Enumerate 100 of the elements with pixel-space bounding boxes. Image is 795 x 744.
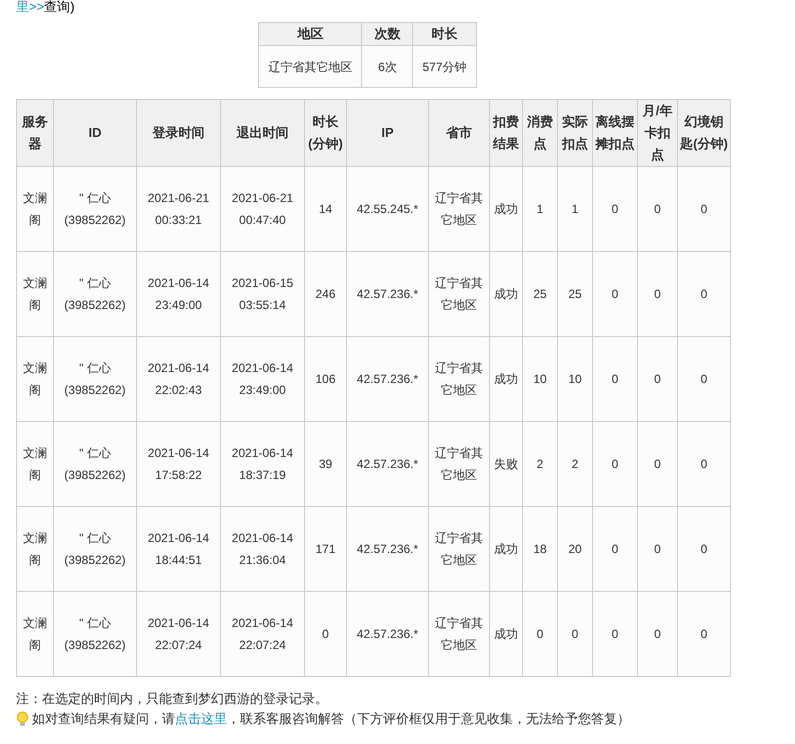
table-cell: 2021-06-14 22:07:24 [220,592,304,676]
table-cell: 0 [304,592,346,676]
table-cell: 2 [558,422,592,506]
column-header: 服务器 [16,100,54,166]
note-text: 注：在选定的时间内，只能查到梦幻西游的登录记录。 [16,690,329,708]
table-cell: 文澜阁 [16,592,54,676]
table-cell: 0 [592,422,638,506]
column-header: 离线摆摊扣点 [592,100,638,166]
table-cell: 577分钟 [412,46,476,88]
column-header: ID [54,100,136,166]
table-cell: 辽宁省其它地区 [428,252,490,336]
table-cell: 2021-06-14 23:49:00 [220,336,304,422]
table-cell: 辽宁省其它地区 [258,46,362,88]
table-cell: 0 [678,166,730,252]
column-header: 时长(分钟) [304,100,346,166]
table-cell: 0 [592,252,638,336]
table-cell: 0 [558,592,592,676]
column-header: 时长 [412,22,476,46]
table-cell: " 仁心 (39852262) [54,166,136,252]
table-cell: 辽宁省其它地区 [428,336,490,422]
table-cell: 文澜阁 [16,336,54,422]
contact-link[interactable]: 点击这里 [175,711,227,726]
table-cell: 文澜阁 [16,422,54,506]
table-cell: 20 [558,506,592,592]
table-cell: 39 [304,422,346,506]
table-cell: 42.57.236.* [346,252,428,336]
table-cell: 0 [638,336,678,422]
table-cell: 14 [304,166,346,252]
table-cell: 2021-06-14 18:37:19 [220,422,304,506]
table-cell: 42.57.236.* [346,336,428,422]
table-cell: 成功 [490,166,522,252]
table-cell: 2021-06-14 18:44:51 [136,506,220,592]
table-cell: 0 [638,166,678,252]
column-header: 实际扣点 [558,100,592,166]
table-cell: " 仁心 (39852262) [54,506,136,592]
breadcrumb-text: 查询) [44,0,75,14]
table-cell: 0 [592,336,638,422]
column-header: 月/年卡扣点 [638,100,678,166]
table-cell: " 仁心 (39852262) [54,252,136,336]
table-cell: 2021-06-14 23:49:00 [136,252,220,336]
table-cell: 2021-06-14 22:07:24 [136,592,220,676]
table-cell: 25 [558,252,592,336]
table-cell: " 仁心 (39852262) [54,336,136,422]
table-cell: 成功 [490,506,522,592]
table-cell: 2021-06-21 00:47:40 [220,166,304,252]
table-cell: 246 [304,252,346,336]
table-cell: 18 [522,506,558,592]
table-cell: 106 [304,336,346,422]
table-cell: 0 [638,422,678,506]
table-cell: 2021-06-15 03:55:14 [220,252,304,336]
table-cell: 0 [678,422,730,506]
table-cell: 成功 [490,592,522,676]
table-cell: 171 [304,506,346,592]
column-header: IP [346,100,428,166]
column-header: 省市 [428,100,490,166]
lightbulb-icon [16,710,29,728]
table-cell: 成功 [490,252,522,336]
table-cell: 0 [592,506,638,592]
table-cell: 42.57.236.* [346,422,428,506]
table-cell: 0 [678,252,730,336]
table-cell: 2021-06-21 00:33:21 [136,166,220,252]
table-cell: 2021-06-14 22:02:43 [136,336,220,422]
table-cell: 1 [558,166,592,252]
table-cell: 2021-06-14 17:58:22 [136,422,220,506]
table-cell: 文澜阁 [16,252,54,336]
table-cell: " 仁心 (39852262) [54,592,136,676]
table-cell: 0 [592,592,638,676]
breadcrumb-link[interactable]: 里>> [16,0,44,14]
column-header: 退出时间 [220,100,304,166]
table-cell: 25 [522,252,558,336]
table-cell: 0 [638,252,678,336]
table-cell: 0 [522,592,558,676]
table-cell: 0 [638,506,678,592]
table-cell: 辽宁省其它地区 [428,166,490,252]
table-cell: 0 [678,336,730,422]
table-cell: 文澜阁 [16,506,54,592]
table-cell: 0 [638,592,678,676]
table-cell: 辽宁省其它地区 [428,506,490,592]
table-cell: 10 [558,336,592,422]
table-cell: 0 [678,506,730,592]
column-header: 幻境钥匙(分钟) [678,100,730,166]
table-cell: 文澜阁 [16,166,54,252]
column-header: 地区 [258,22,362,46]
column-header: 扣费结果 [490,100,522,166]
column-header: 消费点 [522,100,558,166]
table-cell: 2021-06-14 21:36:04 [220,506,304,592]
table-cell: 辽宁省其它地区 [428,592,490,676]
table-cell: 辽宁省其它地区 [428,422,490,506]
table-cell: 2 [522,422,558,506]
tip-text: 如对查询结果有疑问，请点击这里，联系客服咨询解答（下方评价框仅用于意见收集，无法给予您答复） [32,710,630,728]
table-cell: 1 [522,166,558,252]
table-cell: 42.55.245.* [346,166,428,252]
table-cell: 0 [592,166,638,252]
table-cell: 0 [678,592,730,676]
table-cell: 6次 [362,46,413,88]
table-cell: 成功 [490,336,522,422]
table-cell: 42.57.236.* [346,506,428,592]
table-cell: 失败 [490,422,522,506]
table-cell: " 仁心 (39852262) [54,422,136,506]
column-header: 登录时间 [136,100,220,166]
